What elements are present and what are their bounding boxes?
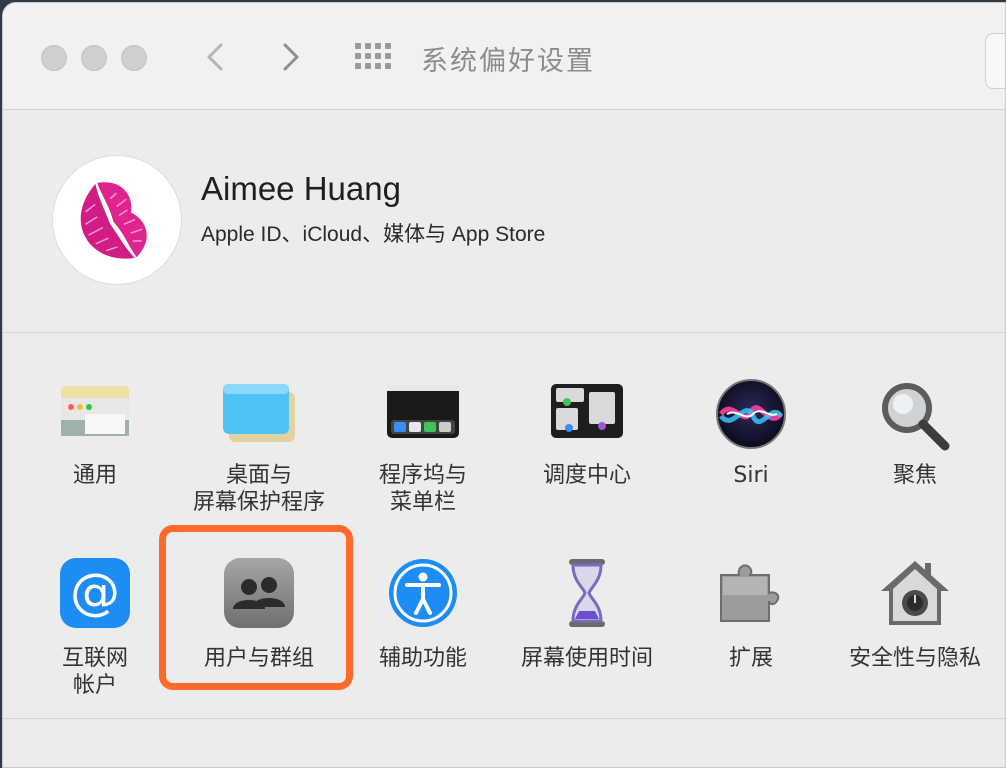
- desktop-screensaver-icon: [223, 384, 295, 442]
- window-title: 系统偏好设置: [421, 46, 595, 77]
- pane-spotlight[interactable]: 聚焦: [833, 378, 997, 548]
- extensions-icon: [720, 564, 780, 622]
- minimize-button[interactable]: [81, 45, 107, 71]
- pane-label: 桌面与: [225, 463, 292, 488]
- pane-label: 帐户: [72, 673, 117, 698]
- internet-accounts-icon: @: [60, 558, 130, 628]
- pane-label: 菜单栏: [389, 490, 456, 515]
- pane-label: 调度中心: [542, 463, 631, 488]
- pane-screen-time[interactable]: 屏幕使用时间: [505, 555, 669, 725]
- accessibility-icon: [389, 559, 457, 627]
- system-preferences-window: 系统偏好设置 Aimee Huang Apple ID、iCloud、媒体与 A…: [2, 2, 1006, 768]
- chevron-left-icon[interactable]: [201, 41, 231, 73]
- siri-icon: [716, 379, 786, 449]
- pane-label: 安全性与隐私: [848, 646, 981, 671]
- general-icon: [61, 386, 129, 436]
- pane-accessibility[interactable]: 辅助功能: [341, 555, 505, 725]
- grid-icon[interactable]: [355, 43, 391, 71]
- pane-internet-accounts[interactable]: @ 互联网 帐户: [13, 555, 177, 725]
- pane-label: 辅助功能: [378, 646, 467, 671]
- pane-label: 屏幕保护程序: [192, 490, 325, 515]
- pane-dock-menubar[interactable]: 程序坞与 菜单栏: [341, 378, 505, 548]
- avatar[interactable]: [53, 156, 181, 284]
- screen-time-icon: [569, 559, 605, 627]
- pane-label: 程序坞与: [378, 463, 467, 488]
- spotlight-icon: [882, 383, 950, 451]
- dock-menubar-icon: [387, 386, 459, 438]
- lips-avatar-icon: [80, 182, 147, 259]
- apple-id-section[interactable]: Aimee Huang Apple ID、iCloud、媒体与 App Stor…: [3, 110, 1005, 333]
- pane-mission-control[interactable]: 调度中心: [505, 378, 669, 548]
- security-privacy-icon: [881, 561, 949, 625]
- close-button[interactable]: [41, 45, 67, 71]
- pane-siri[interactable]: Siri: [669, 378, 833, 548]
- pane-desktop-screensaver[interactable]: 桌面与 屏幕保护程序: [177, 378, 341, 548]
- chevron-right-icon[interactable]: [275, 41, 305, 73]
- apple-id-subtitle: Apple ID、iCloud、媒体与 App Store: [201, 223, 546, 246]
- pane-label: Siri: [733, 463, 769, 488]
- zoom-button[interactable]: [121, 45, 147, 71]
- pane-label: 聚焦: [892, 463, 937, 488]
- search-field[interactable]: [985, 33, 1005, 89]
- user-name: Aimee Huang: [201, 170, 401, 207]
- mission-control-icon: [551, 384, 623, 438]
- pane-label: 通用: [72, 463, 117, 488]
- svg-text:@: @: [70, 563, 120, 621]
- pane-extensions[interactable]: 扩展: [669, 555, 833, 725]
- toolbar: 系统偏好设置: [3, 3, 1005, 110]
- pane-label: 互联网: [61, 646, 128, 671]
- highlight-box: [159, 525, 353, 690]
- pane-security-privacy[interactable]: 安全性与隐私: [833, 555, 997, 725]
- pane-label: 扩展: [728, 646, 773, 671]
- pane-label: 屏幕使用时间: [520, 646, 653, 671]
- divider: [3, 718, 1005, 719]
- pane-general[interactable]: 通用: [13, 378, 177, 548]
